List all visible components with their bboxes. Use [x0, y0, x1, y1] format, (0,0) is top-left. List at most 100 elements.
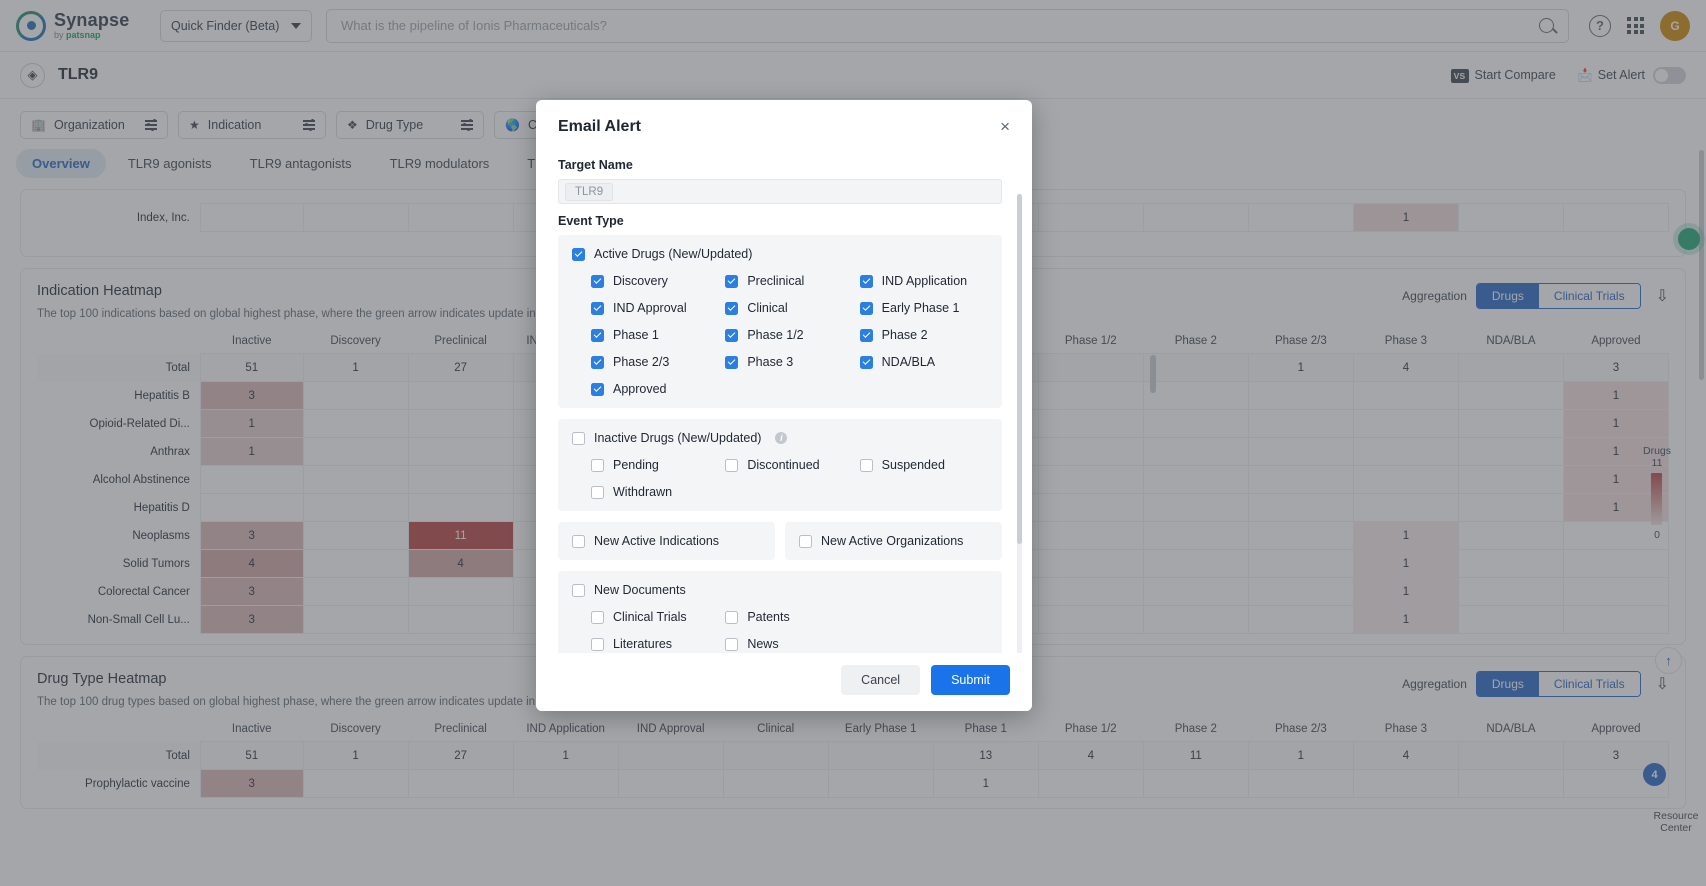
- checkbox-label: Discovery: [613, 274, 668, 288]
- new-documents-sub-options: Clinical Trials Patents Literatures News: [572, 610, 988, 651]
- info-icon[interactable]: i: [775, 432, 788, 444]
- active-drugs-group: Active Drugs (New/Updated) Discovery Pre…: [558, 235, 1002, 408]
- checkbox-icon[interactable]: [859, 274, 873, 288]
- checkbox-icon[interactable]: [591, 485, 604, 499]
- checkbox-news[interactable]: News: [725, 637, 853, 651]
- checkbox-clinical-trials[interactable]: Clinical Trials: [591, 610, 719, 624]
- new-active-indications-box: New Active Indications: [558, 522, 775, 560]
- checkbox-label: New Active Organizations: [821, 534, 964, 548]
- checkbox-icon[interactable]: [725, 610, 739, 624]
- checkbox-icon[interactable]: [725, 637, 739, 651]
- checkbox-preclinical[interactable]: Preclinical: [725, 274, 853, 288]
- checkbox-icon[interactable]: [859, 355, 873, 369]
- checkbox-phase-1-2[interactable]: Phase 1/2: [725, 328, 853, 342]
- checkbox-icon[interactable]: [591, 382, 604, 396]
- new-active-organizations-box: New Active Organizations: [785, 522, 1002, 560]
- checkbox-icon[interactable]: [859, 328, 873, 342]
- checkbox-icon[interactable]: [572, 583, 585, 597]
- checkbox-icon[interactable]: [572, 534, 585, 548]
- event-type-label: Event Type: [558, 214, 624, 228]
- checkbox-label: IND Approval: [613, 301, 687, 315]
- checkbox-icon[interactable]: [859, 458, 873, 472]
- checkbox-icon[interactable]: [591, 637, 604, 651]
- checkbox-ind-approval[interactable]: IND Approval: [591, 301, 719, 315]
- checkbox-new-active-organizations[interactable]: New Active Organizations: [799, 534, 988, 548]
- checkbox-label: Early Phase 1: [881, 301, 960, 315]
- new-active-pair-group: New Active Indications New Active Organi…: [558, 522, 1002, 560]
- cancel-button[interactable]: Cancel: [841, 665, 921, 695]
- checkbox-label: Clinical Trials: [613, 610, 687, 624]
- checkbox-pending[interactable]: Pending: [591, 458, 719, 472]
- checkbox-icon[interactable]: [591, 610, 604, 624]
- checkbox-icon[interactable]: [591, 355, 604, 369]
- target-name-input[interactable]: TLR9: [558, 179, 1002, 204]
- checkbox-phase-1[interactable]: Phase 1: [591, 328, 719, 342]
- checkbox-icon[interactable]: [725, 328, 739, 342]
- checkbox-label: Clinical: [747, 301, 788, 315]
- checkbox-label: New Documents: [594, 583, 686, 597]
- dialog-header: Email Alert ×: [536, 100, 1032, 142]
- checkbox-label: Phase 1/2: [747, 328, 804, 342]
- checkbox-literatures[interactable]: Literatures: [591, 637, 719, 651]
- target-name-tag: TLR9: [565, 182, 614, 201]
- checkbox-new-active-indications[interactable]: New Active Indications: [572, 534, 761, 548]
- checkbox-icon[interactable]: [725, 355, 739, 369]
- checkbox-discovery[interactable]: Discovery: [591, 274, 719, 288]
- checkbox-withdrawn[interactable]: Withdrawn: [591, 485, 719, 499]
- dialog-body: Target Name TLR9 Event Type Active Drugs…: [536, 142, 1032, 653]
- email-alert-dialog: Email Alert × Target Name TLR9 Event Typ…: [536, 100, 1032, 711]
- inactive-drugs-group: Inactive Drugs (New/Updated) i Pending D…: [558, 419, 1002, 511]
- checkbox-label: New Active Indications: [594, 534, 720, 548]
- checkbox-label: Discontinued: [747, 458, 820, 472]
- checkbox-nda-bla[interactable]: NDA/BLA: [859, 355, 988, 369]
- checkbox-label: Inactive Drugs (New/Updated): [594, 431, 762, 445]
- checkbox-phase-2[interactable]: Phase 2: [859, 328, 988, 342]
- checkbox-ind-application[interactable]: IND Application: [859, 274, 988, 288]
- checkbox-label: IND Application: [881, 274, 968, 288]
- checkbox-patents[interactable]: Patents: [725, 610, 853, 624]
- checkbox-label: Pending: [613, 458, 659, 472]
- checkbox-new-documents[interactable]: New Documents: [572, 583, 988, 597]
- checkbox-clinical[interactable]: Clinical: [725, 301, 853, 315]
- checkbox-icon[interactable]: [859, 301, 873, 315]
- checkbox-label: Phase 3: [747, 355, 794, 369]
- checkbox-icon[interactable]: [725, 301, 739, 315]
- checkbox-suspended[interactable]: Suspended: [859, 458, 988, 472]
- checkbox-approved[interactable]: Approved: [591, 382, 719, 396]
- checkbox-icon[interactable]: [725, 274, 739, 288]
- checkbox-icon[interactable]: [572, 247, 585, 261]
- checkbox-label: Approved: [613, 382, 667, 396]
- checkbox-label: NDA/BLA: [881, 355, 936, 369]
- checkbox-active-drugs[interactable]: Active Drugs (New/Updated): [572, 247, 988, 261]
- dialog-scroll-area[interactable]: Target Name TLR9 Event Type Active Drugs…: [558, 148, 1010, 653]
- new-documents-group: New Documents Clinical Trials Patents Li…: [558, 571, 1002, 653]
- close-icon[interactable]: ×: [1000, 118, 1010, 135]
- checkbox-label: Patents: [747, 610, 790, 624]
- checkbox-label: Preclinical: [747, 274, 805, 288]
- checkbox-icon[interactable]: [591, 274, 604, 288]
- checkbox-inactive-drugs[interactable]: Inactive Drugs (New/Updated) i: [572, 431, 988, 445]
- checkbox-icon[interactable]: [591, 458, 604, 472]
- checkbox-phase-3[interactable]: Phase 3: [725, 355, 853, 369]
- checkbox-icon[interactable]: [591, 301, 604, 315]
- checkbox-label: Suspended: [881, 458, 945, 472]
- dialog-title: Email Alert: [558, 118, 641, 135]
- target-name-label: Target Name: [558, 158, 633, 172]
- checkbox-icon[interactable]: [725, 458, 739, 472]
- checkbox-label: Phase 1: [613, 328, 659, 342]
- checkbox-icon[interactable]: [572, 431, 585, 445]
- checkbox-icon[interactable]: [799, 534, 812, 548]
- checkbox-label: Literatures: [613, 637, 673, 651]
- checkbox-label: Phase 2/3: [613, 355, 670, 369]
- checkbox-icon[interactable]: [591, 328, 604, 342]
- checkbox-label: Active Drugs (New/Updated): [594, 247, 753, 261]
- checkbox-label: News: [747, 637, 779, 651]
- checkbox-label: Phase 2: [881, 328, 928, 342]
- checkbox-discontinued[interactable]: Discontinued: [725, 458, 853, 472]
- dialog-footer: Cancel Submit: [536, 653, 1032, 711]
- checkbox-early-phase-1[interactable]: Early Phase 1: [859, 301, 988, 315]
- checkbox-phase-2-3[interactable]: Phase 2/3: [591, 355, 719, 369]
- dialog-scrollbar-thumb[interactable]: [1017, 194, 1022, 544]
- submit-button[interactable]: Submit: [931, 665, 1010, 695]
- active-drugs-sub-options: Discovery Preclinical IND Application IN…: [572, 274, 988, 396]
